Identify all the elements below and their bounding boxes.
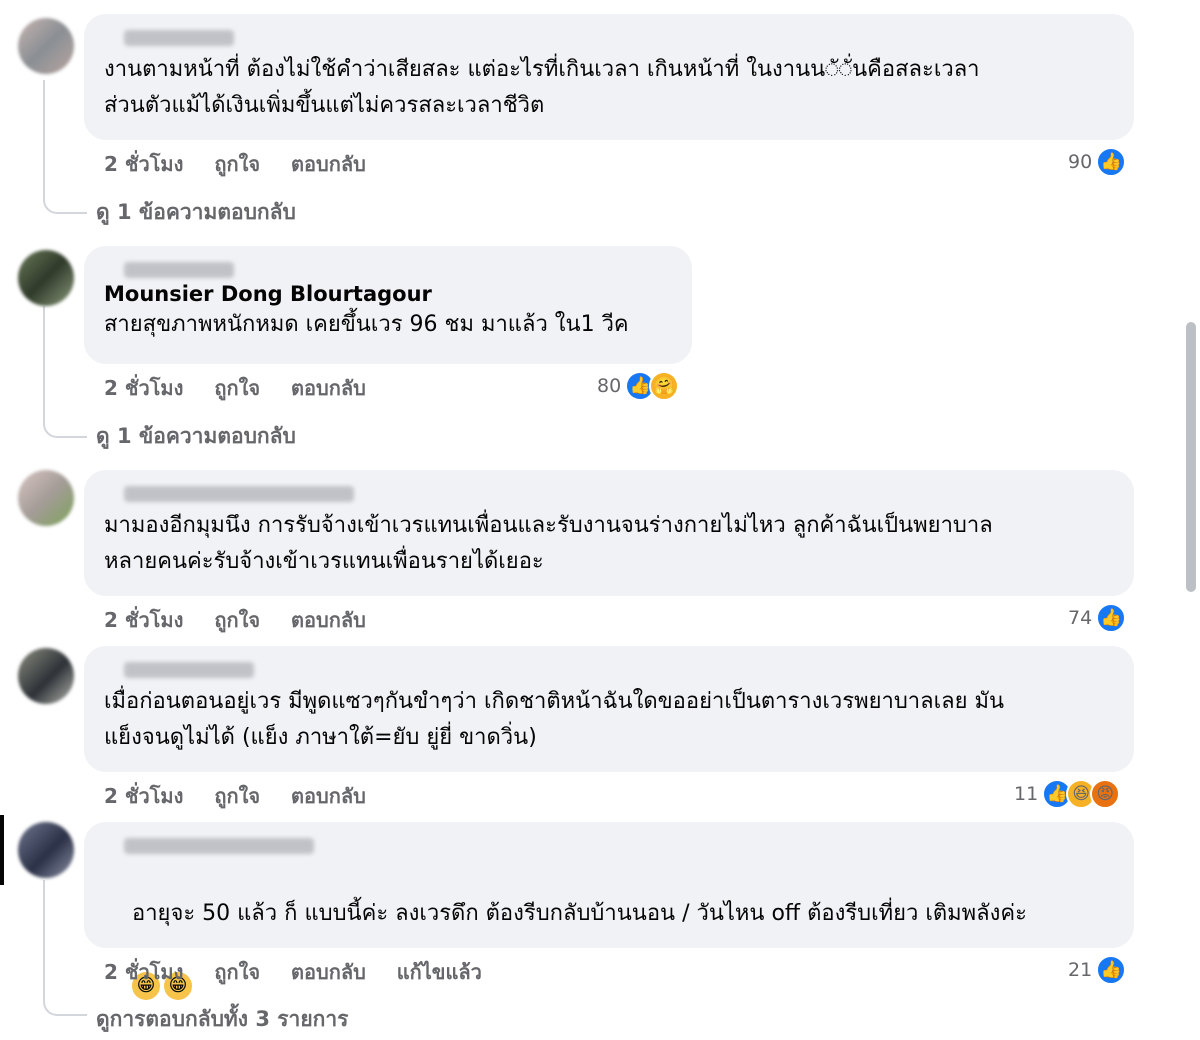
reaction-count: 21 [1068,959,1093,981]
avatar[interactable] [18,470,74,526]
reply-button[interactable]: ตอบกลับ [291,376,366,400]
timestamp-link[interactable]: 2 ชั่วโมง [104,376,183,400]
timestamp-link[interactable]: 2 ชั่วโมง [104,784,183,808]
tagged-user-link[interactable]: Mounsier Dong Blourtagour [104,282,672,306]
reaction-summary[interactable]: 21 👍 [1068,955,1127,985]
comment-text: สายสุขภาพหนักหมด เคยขึ้นเวร 96 ชม มาแล้ว… [104,312,629,337]
edited-label: แก้ไขแล้ว [396,960,482,984]
view-all-replies-link[interactable]: ดูการตอบกลับทั้ง 3 รายการ [96,1003,348,1036]
thread-connector [43,306,87,438]
care-icon: 🤗 [649,371,680,401]
reaction-summary[interactable]: 11 👍 😆 😡 [1014,779,1121,809]
reply-button[interactable]: ตอบกลับ [291,784,366,808]
reaction-count: 90 [1068,151,1093,173]
comment-bubble: เมื่อก่อนตอนอยู่เวร มีพูดแซวๆกันขำๆว่า เ… [84,646,1134,772]
comment-bubble: Mounsier Dong Blourtagour สายสุขภาพหนักห… [84,246,692,364]
author-name-blurred[interactable] [124,262,234,278]
like-button[interactable]: ถูกใจ [214,376,260,400]
avatar[interactable] [18,18,74,74]
like-icon: 👍 [1096,955,1127,985]
view-replies-link[interactable]: ดู 1 ข้อความตอบกลับ [96,420,296,453]
reaction-count: 80 [597,375,622,397]
reply-button[interactable]: ตอบกลับ [291,608,366,632]
reaction-summary[interactable]: 80 👍 🤗 [597,371,680,401]
like-button[interactable]: ถูกใจ [214,960,260,984]
comment-actions: 2 ชั่วโมง ถูกใจ ตอบกลับ แก้ไขแล้ว [104,956,506,988]
comment-bubble: งานตามหน้าที่ ต้องไม่ใช้คำว่าเสียสละ แต่… [84,14,1134,140]
avatar[interactable] [18,822,74,878]
like-icon: 👍 [1096,603,1127,633]
like-icon: 👍 [1096,147,1127,177]
timestamp-link[interactable]: 2 ชั่วโมง [104,960,183,984]
reaction-count: 11 [1014,783,1039,805]
author-name-blurred[interactable] [124,30,234,46]
comment-text: งานตามหน้าที่ ต้องไม่ใช้คำว่าเสียสละ แต่… [104,57,980,118]
comment-actions: 2 ชั่วโมง ถูกใจ ตอบกลับ [104,148,390,180]
avatar[interactable] [18,250,74,306]
comment-actions: 2 ชั่วโมง ถูกใจ ตอบกลับ [104,780,390,812]
focus-indicator [0,815,4,885]
comment-bubble: อายุจะ 50 แล้ว ก็ แบบนี้ค่ะ ลงเวรดึก ต้อ… [84,822,1134,1000]
comment-text: เมื่อก่อนตอนอยู่เวร มีพูดแซวๆกันขำๆว่า เ… [104,689,1005,750]
comment-text-line: อายุจะ 50 แล้ว ก็ แบบนี้ค่ะ ลงเวรดึก ต้อ… [131,901,1027,926]
comment-actions: 2 ชั่วโมง ถูกใจ ตอบกลับ [104,372,390,404]
timestamp-link[interactable]: 2 ชั่วโมง [104,608,183,632]
reply-button[interactable]: ตอบกลับ [291,152,366,176]
author-name-blurred[interactable] [124,838,314,854]
comment-text: มามองอีกมุมนึง การรับจ้างเข้าเวรแทนเพื่อ… [104,513,993,574]
timestamp-link[interactable]: 2 ชั่วโมง [104,152,183,176]
view-replies-link[interactable]: ดู 1 ข้อความตอบกลับ [96,196,296,229]
reaction-summary[interactable]: 74 👍 [1068,603,1127,633]
comment-bubble: มามองอีกมุมนึง การรับจ้างเข้าเวรแทนเพื่อ… [84,470,1134,596]
comment-actions: 2 ชั่วโมง ถูกใจ ตอบกลับ [104,604,390,636]
like-button[interactable]: ถูกใจ [214,152,260,176]
angry-icon: 😡 [1090,779,1121,809]
like-button[interactable]: ถูกใจ [214,608,260,632]
thread-connector [43,880,87,1016]
like-button[interactable]: ถูกใจ [214,784,260,808]
author-name-blurred[interactable] [124,662,254,678]
reaction-count: 74 [1068,607,1093,629]
reaction-summary[interactable]: 90 👍 [1068,147,1127,177]
thread-connector [43,80,87,214]
author-name-blurred[interactable] [124,486,354,502]
reply-button[interactable]: ตอบกลับ [291,960,366,984]
avatar[interactable] [18,648,74,704]
scrollbar-thumb[interactable] [1186,322,1196,592]
